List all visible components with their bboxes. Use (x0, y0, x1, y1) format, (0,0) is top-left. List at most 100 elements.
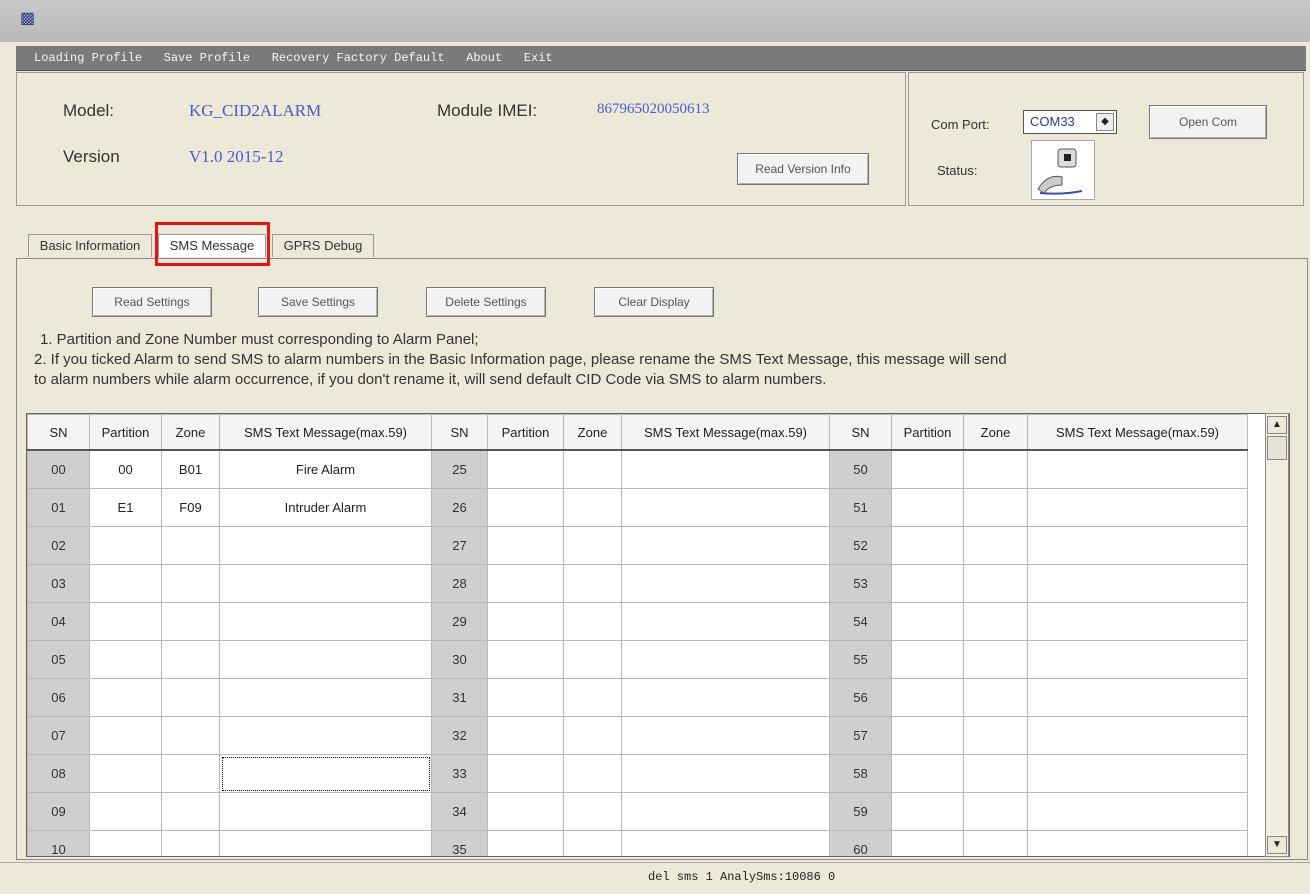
zone-cell[interactable] (161, 602, 220, 641)
zone-cell[interactable] (563, 602, 622, 641)
partition-cell[interactable] (89, 640, 162, 679)
sms-text-cell[interactable] (621, 754, 830, 793)
zone-cell[interactable] (963, 449, 1028, 489)
zone-cell[interactable] (563, 526, 622, 565)
sms-text-cell[interactable] (1027, 602, 1248, 641)
sms-text-cell[interactable] (621, 716, 830, 755)
zone-cell[interactable] (563, 678, 622, 717)
sms-text-cell[interactable] (1027, 830, 1248, 856)
zone-cell[interactable] (963, 488, 1028, 527)
zone-cell[interactable] (161, 678, 220, 717)
spin-icon[interactable]: ◆ (1096, 113, 1114, 131)
partition-cell[interactable] (891, 754, 964, 793)
tab-gprs-debug[interactable]: GPRS Debug (272, 234, 374, 257)
partition-cell[interactable] (89, 526, 162, 565)
sms-text-cell[interactable] (219, 792, 432, 831)
zone-cell[interactable] (161, 526, 220, 565)
partition-cell[interactable] (487, 716, 564, 755)
menu-exit[interactable]: Exit (524, 46, 553, 70)
zone-cell[interactable] (563, 449, 622, 489)
zone-cell[interactable] (963, 754, 1028, 793)
com-port-select[interactable]: COM33 ◆ (1023, 110, 1117, 134)
menu-loading-profile[interactable]: Loading Profile (34, 46, 142, 70)
partition-cell[interactable]: 00 (89, 449, 162, 489)
partition-cell[interactable] (89, 830, 162, 856)
read-version-info-button[interactable]: Read Version Info (737, 153, 869, 185)
zone-cell[interactable] (563, 488, 622, 527)
zone-cell[interactable] (563, 830, 622, 856)
partition-cell[interactable] (89, 716, 162, 755)
zone-cell[interactable] (161, 754, 220, 793)
partition-cell[interactable] (891, 678, 964, 717)
sms-text-cell[interactable] (219, 640, 432, 679)
sms-text-cell[interactable] (1027, 792, 1248, 831)
zone-cell[interactable] (963, 526, 1028, 565)
partition-cell[interactable] (89, 678, 162, 717)
delete-settings-button[interactable]: Delete Settings (426, 287, 546, 317)
partition-cell[interactable]: E1 (89, 488, 162, 527)
zone-cell[interactable] (963, 678, 1028, 717)
partition-cell[interactable] (891, 564, 964, 603)
sms-text-cell[interactable] (1027, 564, 1248, 603)
sms-text-cell[interactable] (219, 754, 432, 793)
zone-cell[interactable] (963, 564, 1028, 603)
zone-cell[interactable] (563, 564, 622, 603)
sms-text-cell[interactable] (1027, 640, 1248, 679)
sms-text-cell[interactable] (621, 792, 830, 831)
partition-cell[interactable] (487, 564, 564, 603)
zone-cell[interactable] (161, 640, 220, 679)
menu-save-profile[interactable]: Save Profile (164, 46, 250, 70)
zone-cell[interactable]: F09 (161, 488, 220, 527)
partition-cell[interactable] (891, 640, 964, 679)
menu-recovery-factory-default[interactable]: Recovery Factory Default (272, 46, 445, 70)
sms-text-cell[interactable] (219, 564, 432, 603)
partition-cell[interactable] (891, 792, 964, 831)
scroll-down-icon[interactable]: ▼ (1267, 836, 1287, 854)
vertical-scrollbar[interactable]: ▲ ▼ (1265, 413, 1289, 857)
sms-text-cell[interactable] (1027, 754, 1248, 793)
partition-cell[interactable] (487, 488, 564, 527)
zone-cell[interactable] (963, 640, 1028, 679)
partition-cell[interactable] (89, 792, 162, 831)
zone-cell[interactable] (963, 716, 1028, 755)
sms-text-cell[interactable] (1027, 716, 1248, 755)
sms-text-cell[interactable] (219, 716, 432, 755)
save-settings-button[interactable]: Save Settings (258, 287, 378, 317)
zone-cell[interactable] (563, 640, 622, 679)
sms-text-cell[interactable] (621, 564, 830, 603)
sms-text-cell[interactable] (219, 678, 432, 717)
tab-basic-information[interactable]: Basic Information (28, 234, 152, 257)
partition-cell[interactable] (487, 640, 564, 679)
sms-text-cell[interactable] (621, 640, 830, 679)
zone-cell[interactable] (161, 564, 220, 603)
sms-text-cell[interactable] (219, 526, 432, 565)
partition-cell[interactable] (891, 602, 964, 641)
partition-cell[interactable] (89, 602, 162, 641)
sms-text-cell[interactable] (621, 830, 830, 856)
open-com-button[interactable]: Open Com (1149, 105, 1267, 139)
partition-cell[interactable] (487, 678, 564, 717)
partition-cell[interactable] (487, 602, 564, 641)
sms-text-cell[interactable] (1027, 678, 1248, 717)
clear-display-button[interactable]: Clear Display (594, 287, 714, 317)
sms-text-cell[interactable]: Intruder Alarm (219, 488, 432, 527)
partition-cell[interactable] (891, 488, 964, 527)
scroll-up-icon[interactable]: ▲ (1267, 416, 1287, 434)
sms-text-cell[interactable] (621, 449, 830, 489)
scroll-thumb[interactable] (1267, 436, 1287, 460)
zone-cell[interactable]: B01 (161, 449, 220, 489)
zone-cell[interactable] (161, 830, 220, 856)
sms-text-cell[interactable]: Fire Alarm (219, 449, 432, 489)
zone-cell[interactable] (963, 602, 1028, 641)
partition-cell[interactable] (487, 449, 564, 489)
partition-cell[interactable] (891, 716, 964, 755)
partition-cell[interactable] (89, 754, 162, 793)
partition-cell[interactable] (891, 449, 964, 489)
partition-cell[interactable] (891, 526, 964, 565)
partition-cell[interactable] (487, 792, 564, 831)
sms-text-cell[interactable] (219, 602, 432, 641)
sms-text-cell[interactable] (621, 678, 830, 717)
partition-cell[interactable] (891, 830, 964, 856)
menu-about[interactable]: About (466, 46, 502, 70)
sms-text-cell[interactable] (219, 830, 432, 856)
